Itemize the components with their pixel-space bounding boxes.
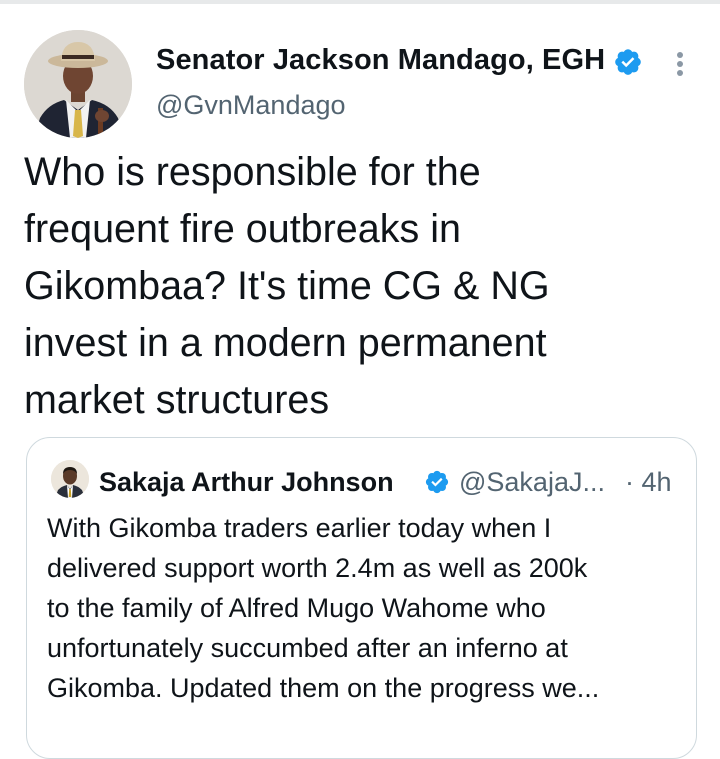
top-divider: [0, 0, 720, 4]
profile-photo-icon: [51, 460, 89, 498]
more-options-icon[interactable]: [666, 46, 694, 82]
quoted-author-name: Sakaja Arthur Johnson: [99, 467, 394, 497]
quoted-author-avatar[interactable]: [51, 460, 89, 498]
tweet-text: Who is responsible for the frequent fire…: [24, 150, 550, 422]
quoted-tweet-text: With Gikomba traders earlier today when …: [47, 513, 600, 703]
verified-badge-icon: [615, 49, 641, 75]
author-name[interactable]: Senator Jackson Mandago, EGH: [156, 44, 605, 77]
quoted-author-handle: @SakajaJ...: [459, 467, 605, 497]
verified-badge-icon: [425, 470, 449, 494]
profile-photo-icon: [24, 30, 132, 138]
author-avatar[interactable]: [24, 30, 132, 138]
author-handle[interactable]: @GvnMandago: [156, 90, 346, 121]
quoted-tweet-card[interactable]: Sakaja Arthur Johnson @SakajaJ... · 4h W…: [26, 437, 697, 759]
quoted-timestamp[interactable]: · 4h: [625, 467, 672, 498]
